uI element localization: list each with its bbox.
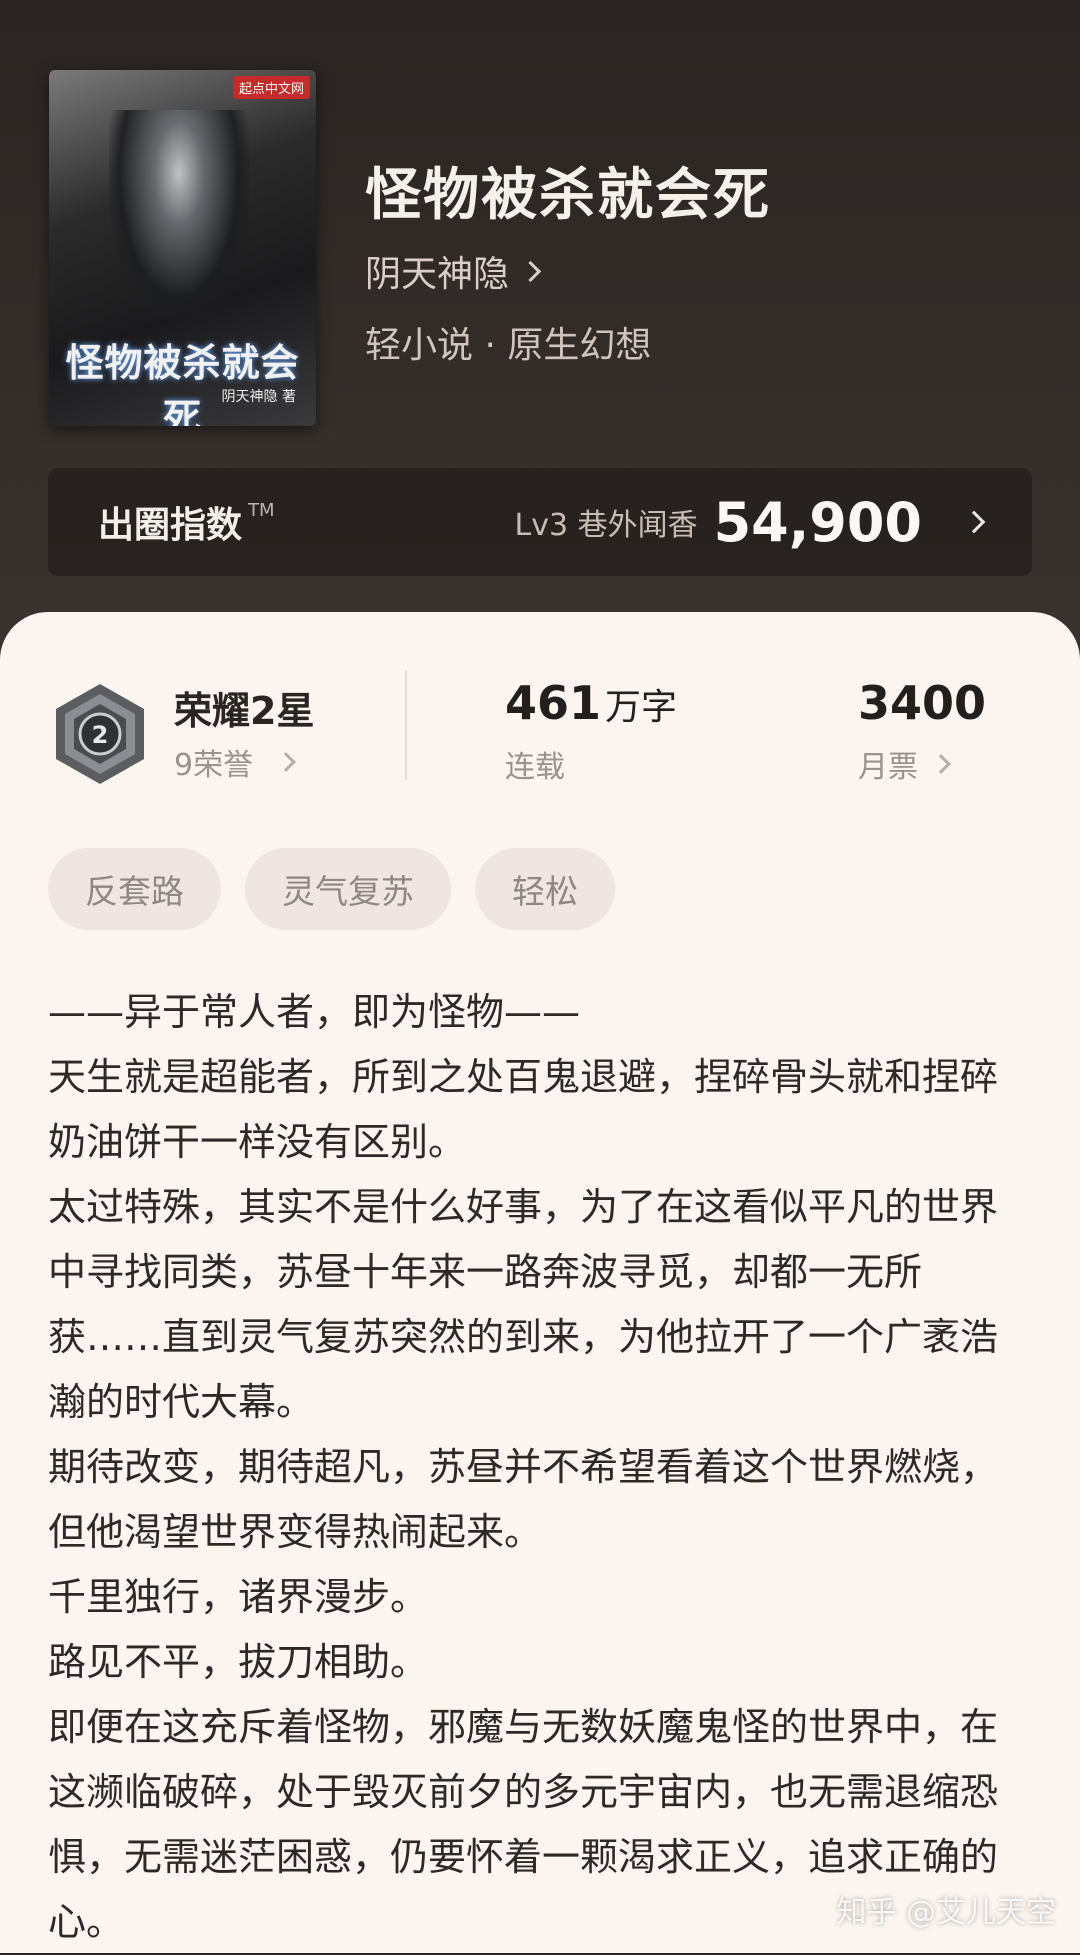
word-count: 461 万字: [505, 676, 677, 730]
index-level: Lv3 巷外闻香: [514, 508, 698, 543]
book-detail-sheet: 2 荣耀2星 9荣誉 461 万字 连载 3400 月票 反套路 灵气复苏 轻松 …: [0, 612, 1080, 1953]
synopsis-paragraph: 天生就是超能者，所到之处百鬼退避，捏碎骨头就和捏碎奶油饼干一样没有区别。: [48, 1055, 999, 1164]
index-label: 出圈指数: [98, 505, 243, 546]
tag-chip[interactable]: 反套路: [48, 848, 221, 930]
stats-divider: [405, 670, 407, 780]
word-count-unit: 万字: [605, 687, 678, 728]
book-header: 起点中文网 怪物被杀就会死 阴天神隐 著 怪物被杀就会死 阴天神隐 轻小说 · …: [0, 0, 1080, 620]
cover-illustration: [109, 110, 249, 320]
cover-title-text: 怪物被杀就会死: [65, 340, 300, 426]
word-count-value: 461: [505, 676, 602, 730]
chevron-right-icon: [931, 754, 951, 774]
honor-link[interactable]: 9荣誉: [174, 740, 296, 784]
synopsis-paragraph: ——异于常人者，即为怪物——: [48, 990, 581, 1034]
publisher-logo: 起点中文网: [232, 76, 310, 99]
book-title: 怪物被杀就会死: [365, 162, 771, 228]
monthly-tickets-label: 月票: [858, 750, 918, 785]
honor-count: 9荣誉: [174, 748, 254, 783]
chevron-right-icon: [276, 752, 296, 772]
serial-status: 连载: [505, 750, 565, 785]
tag-chip[interactable]: 灵气复苏: [245, 848, 451, 930]
tag-chip[interactable]: 轻松: [475, 848, 615, 930]
author-link[interactable]: 阴天神隐: [365, 245, 542, 297]
monthly-tickets-link[interactable]: 月票: [858, 742, 951, 786]
chevron-right-icon: [519, 260, 542, 282]
author-name: 阴天神隐: [365, 254, 510, 295]
trademark-mark: TM: [248, 499, 275, 521]
cover-author-text: 阴天神隐 著: [221, 389, 296, 405]
synopsis-paragraph: 千里独行，诸界漫步。: [48, 1575, 429, 1619]
book-genre: 轻小说 · 原生幻想: [365, 325, 652, 366]
synopsis-paragraph: 路见不平，拔刀相助。: [48, 1640, 429, 1684]
book-synopsis: ——异于常人者，即为怪物—— 天生就是超能者，所到之处百鬼退避，捏碎骨头就和捏碎…: [48, 980, 1008, 1955]
index-score: 54,900: [713, 490, 922, 554]
zhihu-watermark: 知乎 @艾儿天空: [836, 1895, 1056, 1930]
honor-title: 荣耀2星: [174, 689, 315, 733]
chevron-right-icon: [962, 510, 986, 534]
tag-list: 反套路 灵气复苏 轻松: [48, 848, 615, 930]
popularity-index-bar[interactable]: 出圈指数 TM Lv3 巷外闻香 54,900: [48, 468, 1032, 576]
badge-number: 2: [92, 721, 109, 749]
honor-badge-icon: 2: [56, 684, 144, 784]
synopsis-paragraph: 太过特殊，其实不是什么好事，为了在这看似平凡的世界中寻找同类，苏昼十年来一路奔波…: [48, 1185, 999, 1424]
book-cover-image[interactable]: 起点中文网 怪物被杀就会死 阴天神隐 著: [49, 70, 316, 426]
monthly-tickets-value: 3400: [858, 676, 987, 730]
synopsis-paragraph: 期待改变，期待超凡，苏昼并不希望看着这个世界燃烧，但他渴望世界变得热闹起来。: [48, 1445, 999, 1554]
